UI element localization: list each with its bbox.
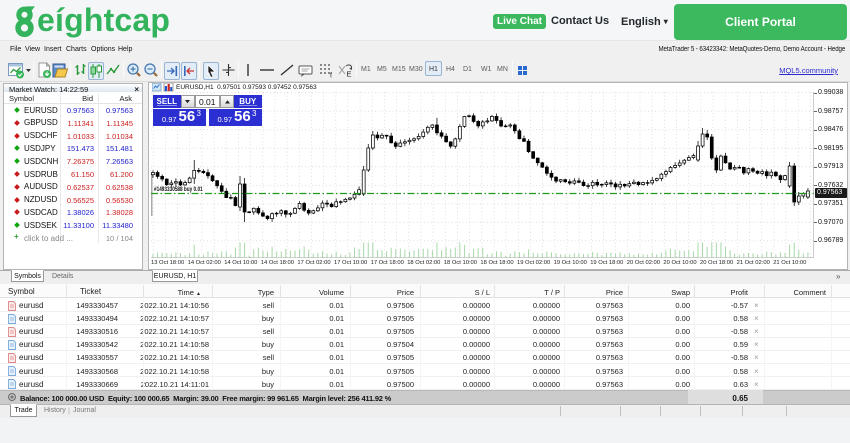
- svg-text:f: f: [330, 73, 332, 80]
- svg-text:E: E: [347, 70, 352, 79]
